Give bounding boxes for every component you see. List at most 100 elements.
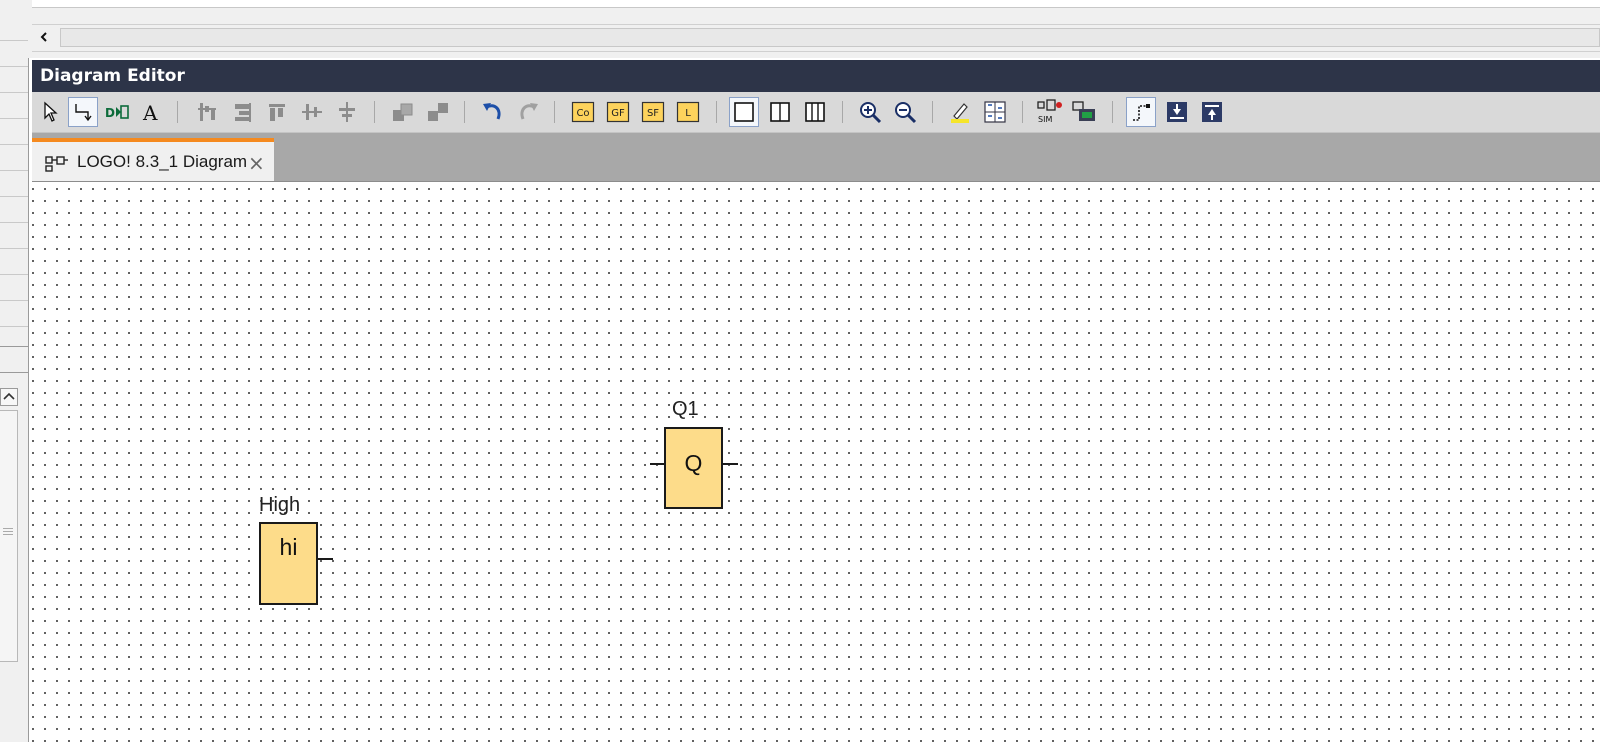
diagram-editor-title: Diagram Editor — [32, 60, 1600, 92]
split-two-button[interactable] — [765, 97, 795, 127]
logic-button[interactable]: L — [673, 97, 703, 127]
panel-divider — [0, 346, 28, 347]
split-two-icon — [770, 102, 790, 122]
panel-divider — [0, 222, 28, 223]
tab-logo-diagram[interactable]: LOGO! 8.3_1 Diagram × — [32, 138, 274, 181]
align-top-button[interactable] — [262, 97, 292, 127]
distribute-vertical-button[interactable] — [332, 97, 362, 127]
panel-divider — [0, 300, 28, 301]
upload-button[interactable] — [1197, 97, 1227, 127]
toolbar-separator — [464, 101, 465, 123]
panel-divider — [0, 144, 28, 145]
zoom-out-button[interactable] — [890, 97, 920, 127]
high-output-pin[interactable] — [316, 558, 333, 560]
text-tool-button[interactable]: A — [136, 97, 166, 127]
q1-block-symbol: Q — [684, 450, 703, 476]
distribute-vertical-icon — [339, 102, 355, 122]
q1-block-caption: Q1 — [672, 398, 699, 420]
upper-pane-content — [32, 0, 1600, 8]
toolbar-separator — [554, 101, 555, 123]
single-window-icon — [734, 102, 754, 122]
select-tool-button[interactable] — [36, 97, 66, 127]
grip-icon[interactable] — [3, 528, 13, 538]
toolbar-separator — [374, 101, 375, 123]
group-icon — [393, 103, 413, 121]
sf-block-icon: SF — [641, 101, 665, 123]
toolbar-separator — [932, 101, 933, 123]
split-three-button[interactable] — [800, 97, 830, 127]
co-block-icon: Co — [571, 101, 595, 123]
svg-text:D: D — [105, 106, 115, 120]
close-tab-icon[interactable]: × — [248, 151, 265, 175]
scrollbar-track[interactable] — [60, 28, 1600, 47]
highlighter-icon — [951, 103, 969, 123]
panel-divider — [0, 170, 28, 171]
align-top-icon — [269, 104, 285, 121]
upper-pane — [28, 0, 1600, 58]
group-button[interactable] — [388, 97, 418, 127]
numbering-icon — [984, 101, 1006, 123]
l-block-icon: L — [676, 101, 700, 123]
svg-text:Co: Co — [576, 108, 589, 119]
arrow-pointer-icon — [44, 101, 58, 122]
q1-output-block[interactable]: Q — [664, 427, 723, 509]
align-vertical-button[interactable] — [192, 97, 222, 127]
online-test-icon — [1072, 101, 1095, 121]
document-tab-bar: LOGO! 8.3_1 Diagram × — [32, 133, 1600, 181]
undo-icon — [483, 103, 501, 120]
toolbar-separator — [177, 101, 178, 123]
diagram-toolbar: D A Co GF SF L SIM — [32, 92, 1600, 133]
distribute-horizontal-icon — [302, 104, 322, 120]
highlight-button[interactable] — [945, 97, 975, 127]
download-icon — [1167, 102, 1187, 122]
connection-mode-icon — [1133, 104, 1150, 121]
ungroup-button[interactable] — [423, 97, 453, 127]
single-view-button[interactable] — [729, 97, 759, 127]
collapse-panel-button[interactable] — [0, 388, 18, 406]
basic-functions-button[interactable]: GF — [603, 97, 633, 127]
online-test-button[interactable] — [1070, 97, 1100, 127]
chevron-left-icon — [40, 32, 47, 42]
panel-divider — [0, 66, 28, 67]
panel-divider — [0, 372, 28, 373]
panel-divider — [0, 196, 28, 197]
panel-divider — [0, 248, 28, 249]
download-button[interactable] — [1162, 97, 1192, 127]
high-block[interactable]: hi — [259, 522, 318, 605]
svg-text:L: L — [685, 108, 691, 119]
block-tool-button[interactable]: D — [102, 97, 132, 127]
constants-button[interactable]: Co — [568, 97, 598, 127]
q1-output-pin[interactable] — [721, 463, 738, 465]
scroll-left-button[interactable] — [34, 27, 54, 47]
connector-icon — [75, 104, 92, 122]
special-functions-button[interactable]: SF — [638, 97, 668, 127]
text-icon: A — [142, 101, 158, 123]
panel-divider — [0, 274, 28, 275]
horizontal-scrollbar[interactable] — [32, 24, 1600, 52]
undo-button[interactable] — [478, 97, 508, 127]
panel-divider — [0, 40, 28, 41]
redo-button[interactable] — [513, 97, 543, 127]
numbering-button[interactable] — [980, 97, 1010, 127]
block-connector-icon: D — [105, 105, 129, 120]
upload-icon — [1202, 102, 1222, 122]
toolbar-separator — [842, 101, 843, 123]
align-vertical-icon — [198, 103, 216, 121]
svg-text:GF: GF — [611, 108, 625, 119]
panel-divider — [0, 326, 28, 327]
align-right-button[interactable] — [227, 97, 257, 127]
distribute-horizontal-button[interactable] — [297, 97, 327, 127]
ungroup-icon — [428, 103, 448, 121]
svg-text:SIM: SIM — [1038, 115, 1052, 124]
diagram-canvas[interactable]: Q1 Q High hi — [32, 182, 1600, 742]
align-right-icon — [235, 103, 251, 122]
chevron-up-icon — [3, 392, 15, 400]
simulation-button[interactable]: SIM — [1035, 97, 1065, 127]
diagram-icon — [45, 156, 68, 172]
zoom-in-button[interactable] — [855, 97, 885, 127]
toolbar-separator — [716, 101, 717, 123]
panel-divider — [0, 92, 28, 93]
svg-text:A: A — [142, 101, 158, 123]
connect-tool-button[interactable] — [68, 97, 98, 127]
connection-mode-button[interactable] — [1126, 97, 1156, 127]
